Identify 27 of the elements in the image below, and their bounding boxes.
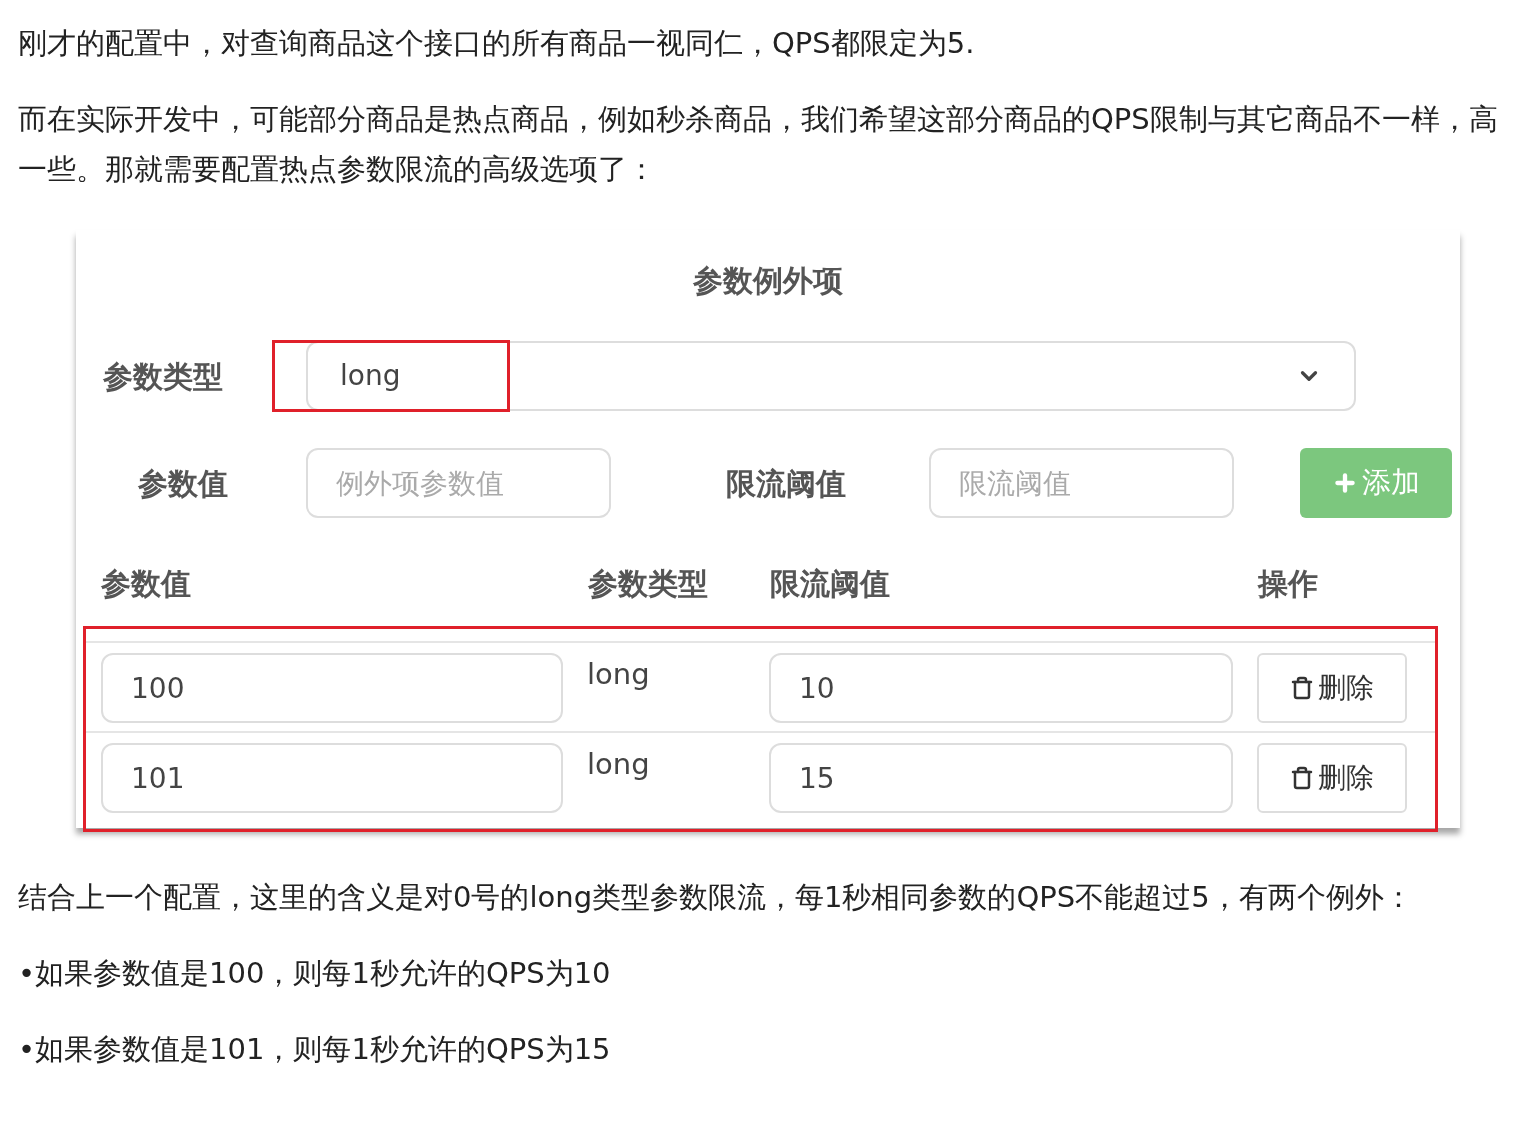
input-field[interactable]: 限流阈值 — [929, 448, 1234, 518]
input-field[interactable]: 100 — [101, 653, 563, 723]
input-field[interactable]: 101 — [101, 743, 563, 813]
plus-icon — [1332, 470, 1358, 496]
select-field[interactable]: long — [306, 341, 1356, 411]
bullet-item: •如果参数值是100，则每1秒允许的QPS为10 — [18, 955, 612, 992]
table-cell-text: long — [587, 746, 651, 783]
column-header: 参数值 — [101, 565, 192, 603]
trash-icon — [1290, 676, 1314, 700]
panel-title: 参数例外项 — [693, 262, 843, 300]
column-header: 参数类型 — [588, 565, 709, 603]
delete-button[interactable]: 删除 — [1257, 743, 1407, 813]
paragraph: 结合上一个配置，这里的含义是对0号的long类型参数限流，每1秒相同参数的QPS不能超过5，有两个例外： — [18, 879, 1414, 916]
delete-button[interactable]: 删除 — [1257, 653, 1407, 723]
table-cell-text: long — [587, 656, 651, 693]
field-label: 参数类型 — [103, 357, 224, 396]
field-label: 限流阈值 — [726, 464, 847, 503]
input-field[interactable]: 10 — [769, 653, 1233, 723]
paragraph: 而在实际开发中，可能部分商品是热点商品，例如秒杀商品，我们希望这部分商品的QPS限制与其它商品不一样，高一些。那就需要配置热点参数限流的高级选项了： — [18, 101, 1499, 188]
column-header: 操作 — [1258, 565, 1318, 603]
paragraph: 刚才的配置中，对查询商品这个接口的所有商品一视同仁，QPS都限定为5. — [18, 25, 976, 62]
trash-icon — [1290, 766, 1314, 790]
input-field[interactable]: 例外项参数值 — [306, 448, 611, 518]
column-header: 限流阈值 — [770, 565, 891, 603]
field-label: 参数值 — [138, 464, 229, 503]
input-field[interactable]: 15 — [769, 743, 1233, 813]
bullet-item: •如果参数值是101，则每1秒允许的QPS为15 — [18, 1031, 612, 1068]
